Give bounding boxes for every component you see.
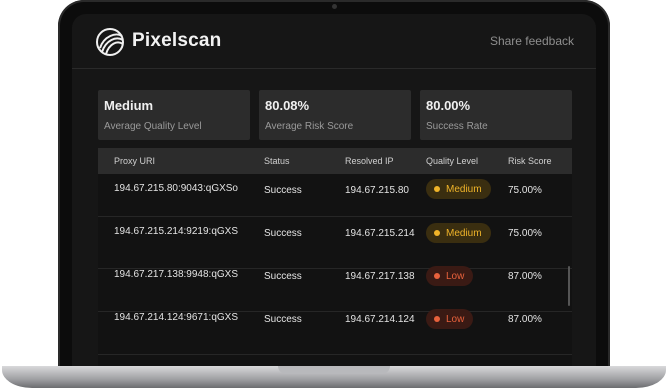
brand-name[interactable]: Pixelscan	[132, 30, 221, 52]
status-text: Success	[264, 314, 302, 325]
stat-label: Success Rate	[426, 121, 488, 132]
quality-badge: Low	[426, 266, 474, 286]
proxy-uri: 194.67.217.138:9948:qGXSo	[114, 269, 238, 280]
table-row[interactable]: 194.67.215.214:9219:qGXSc Success 194.67…	[98, 223, 572, 269]
proxy-uri: 194.67.215.214:9219:qGXSc	[114, 226, 238, 237]
resolved-ip: 194.67.215.214	[345, 228, 415, 239]
table-row[interactable]: 194.67.214.124:9671:qGXSo Success 194.67…	[98, 309, 572, 355]
pixelscan-logo-icon[interactable]	[94, 26, 126, 58]
column-header-status[interactable]: Status	[264, 156, 290, 166]
quality-badge: Low	[426, 309, 474, 329]
column-header-resolved-ip[interactable]: Resolved IP	[345, 156, 394, 166]
status-dot-icon	[434, 186, 440, 192]
quality-badge: Medium	[426, 223, 491, 243]
stat-value: Medium	[104, 98, 154, 113]
app-screen: Pixelscan Share feedback Medium Average …	[72, 14, 596, 372]
stat-label: Average Risk Score	[265, 121, 354, 132]
status-dot-icon	[434, 273, 440, 279]
quality-label: Low	[446, 270, 465, 282]
risk-score: 87.00%	[508, 314, 542, 325]
quality-label: Medium	[446, 183, 482, 195]
quality-badge: Medium	[426, 179, 491, 199]
status-text: Success	[264, 185, 302, 196]
column-header-proxy[interactable]: Proxy URI	[114, 156, 155, 166]
table-row[interactable]: 194.67.215.80:9043:qGXSo Success 194.67.…	[98, 174, 572, 217]
column-header-risk[interactable]: Risk Score	[508, 156, 552, 166]
table-scrollbar[interactable]	[568, 266, 570, 306]
camera-dot	[332, 4, 337, 9]
status-text: Success	[264, 271, 302, 282]
stat-card-success: 80.00% Success Rate	[420, 90, 572, 140]
quality-label: Medium	[446, 227, 482, 239]
quality-label: Low	[446, 313, 465, 325]
table-row[interactable]: 194.67.217.138:9948:qGXSo Success 194.67…	[98, 266, 572, 312]
column-header-quality[interactable]: Quality Level	[426, 156, 478, 166]
status-dot-icon	[434, 230, 440, 236]
proxy-uri: 194.67.215.80:9043:qGXSo	[114, 183, 238, 194]
stat-card-quality: Medium Average Quality Level	[98, 90, 250, 140]
risk-score: 75.00%	[508, 228, 542, 239]
status-text: Success	[264, 228, 302, 239]
stat-label: Average Quality Level	[104, 121, 202, 132]
risk-score: 87.00%	[508, 271, 542, 282]
proxy-table: 194.67.215.80:9043:qGXSo Success 194.67.…	[98, 174, 572, 372]
resolved-ip: 194.67.217.138	[345, 271, 415, 282]
status-dot-icon	[434, 316, 440, 322]
stat-card-risk: 80.08% Average Risk Score	[259, 90, 411, 140]
risk-score: 75.00%	[508, 185, 542, 196]
resolved-ip: 194.67.214.124	[345, 314, 415, 325]
stat-value: 80.00%	[426, 98, 471, 113]
laptop-notch	[278, 366, 390, 374]
share-feedback-link[interactable]: Share feedback	[490, 34, 574, 48]
stat-value: 80.08%	[265, 98, 310, 113]
table-header: Proxy URI Status Resolved IP Quality Lev…	[98, 148, 572, 174]
resolved-ip: 194.67.215.80	[345, 185, 409, 196]
proxy-uri: 194.67.214.124:9671:qGXSo	[114, 312, 238, 323]
app-header: Pixelscan Share feedback	[72, 14, 596, 69]
